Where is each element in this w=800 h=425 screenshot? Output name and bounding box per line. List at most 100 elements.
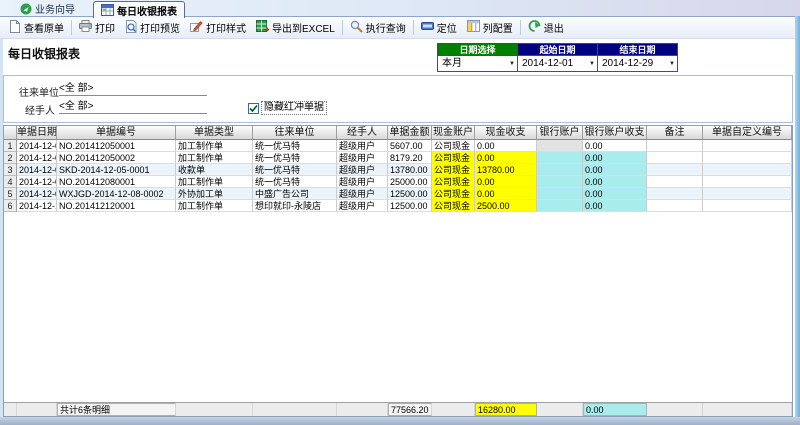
table-cell[interactable]: 2014-12-05 bbox=[17, 164, 57, 176]
column-header[interactable]: 单据编号 bbox=[57, 126, 176, 140]
run-query-button[interactable]: 执行查询 bbox=[345, 18, 411, 37]
table-cell[interactable] bbox=[537, 176, 583, 188]
table-cell[interactable] bbox=[647, 188, 703, 200]
column-header[interactable]: 现金收支 bbox=[475, 126, 537, 140]
table-cell[interactable] bbox=[537, 152, 583, 164]
table-cell[interactable]: SKD-2014-12-05-0001 bbox=[57, 164, 176, 176]
tab-business-wizard[interactable]: 业务向导 bbox=[13, 1, 82, 16]
table-cell[interactable]: 2014-12-05 bbox=[17, 152, 57, 164]
table-row[interactable]: 22014-12-05NO.201412050002加工制作单统一优马特超级用户… bbox=[4, 152, 792, 164]
table-cell[interactable]: 0.00 bbox=[583, 140, 647, 152]
table-cell[interactable]: NO.201412050002 bbox=[57, 152, 176, 164]
table-cell[interactable] bbox=[537, 140, 583, 152]
locate-button[interactable]: 定位 bbox=[416, 18, 462, 37]
table-cell[interactable]: 加工制作单 bbox=[176, 140, 253, 152]
table-cell[interactable] bbox=[537, 164, 583, 176]
row-number-cell[interactable]: 5 bbox=[4, 188, 17, 200]
table-cell[interactable]: 超级用户 bbox=[337, 188, 388, 200]
table-cell[interactable]: 0.00 bbox=[583, 164, 647, 176]
table-cell[interactable]: NO.201412080001 bbox=[57, 176, 176, 188]
column-header[interactable]: 银行账户 bbox=[537, 126, 583, 140]
export-excel-button[interactable]: 导出到EXCEL bbox=[251, 18, 340, 37]
table-cell[interactable]: 13780.00 bbox=[475, 164, 537, 176]
table-cell[interactable]: 外协加工单 bbox=[176, 188, 253, 200]
table-cell[interactable]: 加工制作单 bbox=[176, 152, 253, 164]
table-cell[interactable]: 公司现金 bbox=[432, 140, 475, 152]
table-row[interactable]: 62014-12-12NO.201412120001加工制作单想印就印-永陵店超… bbox=[4, 200, 792, 212]
table-cell[interactable]: 超级用户 bbox=[337, 200, 388, 212]
print-style-button[interactable]: 打印样式 bbox=[185, 18, 251, 37]
table-cell[interactable] bbox=[703, 200, 792, 212]
table-cell[interactable] bbox=[647, 140, 703, 152]
table-cell[interactable]: 超级用户 bbox=[337, 164, 388, 176]
table-cell[interactable]: 0.00 bbox=[583, 200, 647, 212]
table-cell[interactable]: 0.00 bbox=[583, 152, 647, 164]
handler-filter-input[interactable]: <全 部> bbox=[59, 100, 207, 114]
column-header[interactable]: 现金账户 bbox=[432, 126, 475, 140]
table-cell[interactable]: 中盛广告公司 bbox=[253, 188, 337, 200]
column-header[interactable]: 单据金额 bbox=[388, 126, 432, 140]
table-cell[interactable]: 2014-12-08 bbox=[17, 188, 57, 200]
table-cell[interactable]: 25000.00 bbox=[388, 176, 432, 188]
table-cell[interactable]: 想印就印-永陵店 bbox=[253, 200, 337, 212]
table-cell[interactable]: 超级用户 bbox=[337, 152, 388, 164]
table-cell[interactable] bbox=[703, 164, 792, 176]
table-cell[interactable]: 2014-12-05 bbox=[17, 140, 57, 152]
table-cell[interactable]: 13780.00 bbox=[388, 164, 432, 176]
column-header[interactable]: 往来单位 bbox=[253, 126, 337, 140]
exit-button[interactable]: 退出 bbox=[523, 18, 569, 37]
table-cell[interactable]: 2014-12-08 bbox=[17, 176, 57, 188]
table-cell[interactable] bbox=[703, 176, 792, 188]
column-header[interactable]: 经手人 bbox=[337, 126, 388, 140]
table-cell[interactable]: 0.00 bbox=[583, 188, 647, 200]
table-cell[interactable]: 统一优马特 bbox=[253, 164, 337, 176]
table-cell[interactable]: 收款单 bbox=[176, 164, 253, 176]
table-cell[interactable]: 公司现金 bbox=[432, 176, 475, 188]
chevron-down-icon[interactable]: ▼ bbox=[589, 57, 595, 71]
chevron-down-icon[interactable]: ▼ bbox=[509, 57, 515, 71]
row-number-header[interactable] bbox=[4, 126, 17, 140]
hide-reversed-checkbox[interactable] bbox=[248, 103, 259, 114]
print-preview-button[interactable]: 打印预览 bbox=[120, 18, 185, 37]
chevron-down-icon[interactable]: ▼ bbox=[669, 57, 675, 71]
start-date-select[interactable]: 2014-12-01▼ bbox=[517, 56, 598, 72]
table-cell[interactable]: 统一优马特 bbox=[253, 140, 337, 152]
column-header[interactable]: 单据自定义编号 bbox=[703, 126, 792, 140]
table-cell[interactable] bbox=[647, 152, 703, 164]
table-cell[interactable]: 公司现金 bbox=[432, 188, 475, 200]
row-number-cell[interactable]: 3 bbox=[4, 164, 17, 176]
table-cell[interactable]: 公司现金 bbox=[432, 200, 475, 212]
table-cell[interactable]: 2500.00 bbox=[475, 200, 537, 212]
table-row[interactable]: 32014-12-05SKD-2014-12-05-0001收款单统一优马特超级… bbox=[4, 164, 792, 176]
unit-filter-input[interactable]: <全 部> bbox=[59, 82, 207, 96]
table-cell[interactable]: 公司现金 bbox=[432, 164, 475, 176]
table-cell[interactable]: 12500.00 bbox=[388, 200, 432, 212]
table-cell[interactable]: 超级用户 bbox=[337, 140, 388, 152]
table-cell[interactable]: 加工制作单 bbox=[176, 200, 253, 212]
table-cell[interactable] bbox=[537, 188, 583, 200]
table-cell[interactable]: WXJGD-2014-12-08-0002 bbox=[57, 188, 176, 200]
table-cell[interactable]: 统一优马特 bbox=[253, 176, 337, 188]
column-config-button[interactable]: 列配置 bbox=[462, 18, 518, 37]
table-cell[interactable]: 统一优马特 bbox=[253, 152, 337, 164]
table-cell[interactable]: 5607.00 bbox=[388, 140, 432, 152]
table-cell[interactable]: 0.00 bbox=[475, 176, 537, 188]
tab-daily-cash-report[interactable]: 每日收银报表 bbox=[93, 1, 185, 18]
table-cell[interactable]: 0.00 bbox=[475, 188, 537, 200]
row-number-cell[interactable]: 6 bbox=[4, 200, 17, 212]
table-cell[interactable]: 0.00 bbox=[475, 140, 537, 152]
table-cell[interactable] bbox=[647, 200, 703, 212]
table-cell[interactable]: 加工制作单 bbox=[176, 176, 253, 188]
column-header[interactable]: 单据日期 bbox=[17, 126, 57, 140]
table-cell[interactable] bbox=[703, 152, 792, 164]
column-header[interactable]: 银行账户收支 bbox=[583, 126, 647, 140]
table-cell[interactable]: 2014-12-12 bbox=[17, 200, 57, 212]
row-number-cell[interactable]: 4 bbox=[4, 176, 17, 188]
table-cell[interactable]: 超级用户 bbox=[337, 176, 388, 188]
table-cell[interactable] bbox=[647, 164, 703, 176]
table-cell[interactable]: 0.00 bbox=[475, 152, 537, 164]
row-number-cell[interactable]: 1 bbox=[4, 140, 17, 152]
column-header[interactable]: 备注 bbox=[647, 126, 703, 140]
column-header[interactable]: 单据类型 bbox=[176, 126, 253, 140]
date-range-select[interactable]: 本月▼ bbox=[437, 56, 518, 72]
